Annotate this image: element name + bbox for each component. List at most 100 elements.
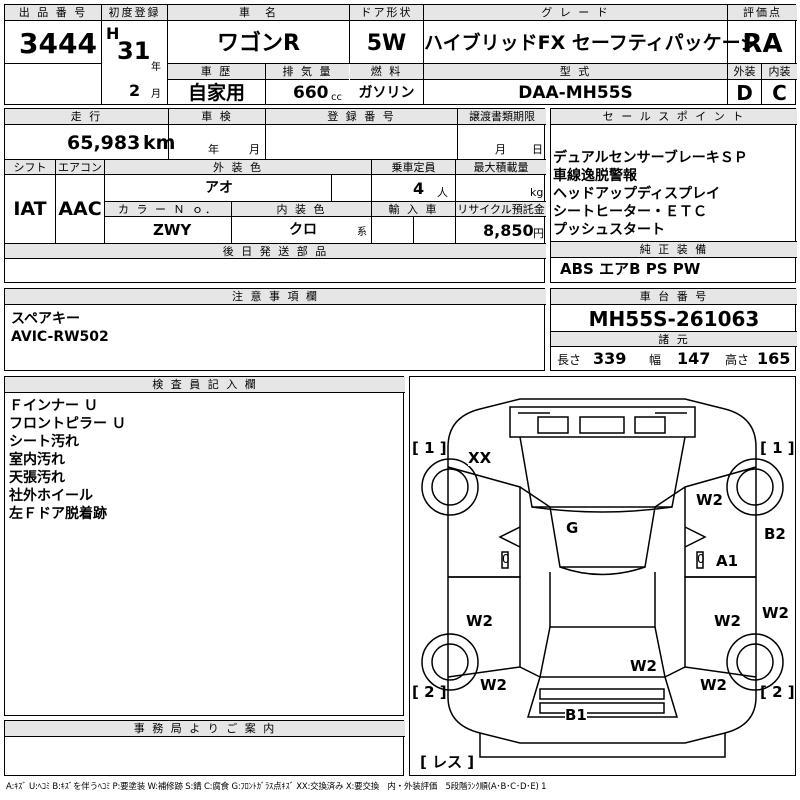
grade: ハイブリッドFX セーフティパッケージ: [424, 32, 760, 54]
aircon-label: エアコン: [56, 160, 104, 175]
inspector-line: フロントピラー Ｕ: [9, 416, 126, 432]
reg-year-unit: 年: [151, 62, 161, 73]
inspector-label: 検 査 員 記 入 欄: [5, 377, 405, 393]
reg-month-unit: 月: [151, 89, 161, 100]
mileage: 65,983: [67, 132, 141, 154]
note-line: AVIC-RW502: [11, 329, 109, 345]
door-label: ドア形状: [350, 5, 423, 21]
recycle-fee: 8,850: [483, 221, 534, 240]
width-label: 幅: [649, 353, 662, 367]
length: 339: [593, 349, 627, 368]
ext-color: アオ: [205, 180, 233, 196]
exterior-label: 外装: [728, 64, 761, 80]
capacity-unit: 人: [437, 186, 448, 199]
zero-left: 0: [502, 552, 510, 566]
int-color: クロ: [289, 222, 317, 238]
inspection-year-unit: 年: [208, 143, 219, 156]
inspector-line: 左Ｆドア脱着跡: [9, 506, 107, 522]
sales-point-item: 車線逸脱警報: [553, 168, 637, 184]
recycle-label: リサイクル預託金: [456, 202, 546, 217]
transfer-month-unit: 月: [495, 143, 506, 156]
displacement-unit: cc: [331, 92, 342, 103]
inspector-line: 天張汚れ: [9, 470, 65, 486]
mark-w2: W2: [700, 676, 727, 694]
car-name-label: 車 名: [168, 5, 349, 21]
inspector-block: 検 査 員 記 入 欄 Ｆインナー Ｕ フロントピラー Ｕ シート汚れ 室内汚れ…: [4, 376, 405, 716]
interior-grade: C: [772, 81, 787, 105]
model-code: DAA-MH55S: [518, 83, 633, 103]
sales-point-block: セ ー ル ス ポ イ ン ト デュアルセンサーブレーキＳＰ 車線逸脱警報 ヘッ…: [550, 108, 797, 283]
legend: A:ｷｽﾞ U:ﾍｺﾐ B:ｷｽﾞを伴うﾍｺﾐ P:要塗装 W:補修跡 S:錆 …: [6, 782, 547, 792]
notes-label: 注 意 事 項 欄: [5, 289, 546, 305]
registration-label: 登 録 番 号: [266, 109, 457, 125]
dims-label: 諸 元: [551, 332, 797, 347]
transfer-deadline-label: 譲渡書類期限: [458, 109, 546, 125]
fuel-label: 燃 料: [350, 64, 423, 80]
mark-w2: W2: [630, 657, 657, 675]
int-color-suffix: 系: [357, 227, 367, 238]
color-no: ZWY: [153, 221, 192, 239]
mark-w2: W2: [480, 676, 507, 694]
notes-block: 注 意 事 項 欄 スペアキー AVIC-RW502: [4, 288, 546, 371]
car-outline: [421, 398, 784, 758]
capacity-label: 乗車定員: [372, 160, 455, 175]
mileage-label: 走 行: [5, 109, 168, 125]
later-parts-label: 後 日 発 送 部 品: [5, 244, 546, 259]
mark-xx: XX: [468, 449, 492, 467]
mark-w2: W2: [466, 612, 493, 630]
max-load-label: 最大積載量: [456, 160, 546, 175]
fuel: ガソリン: [358, 85, 415, 101]
import-label: 輸 入 車: [372, 202, 455, 217]
notes-list: スペアキー AVIC-RW502: [11, 310, 109, 346]
lot-number-label: 出 品 番 号: [5, 5, 101, 21]
score-label: 評価点: [728, 5, 797, 21]
aircon: AAC: [58, 198, 102, 220]
recycle-unit: 円: [533, 227, 544, 240]
height-label: 高さ: [725, 353, 750, 367]
note-line: スペアキー: [11, 311, 81, 327]
mark-g: G: [566, 519, 579, 537]
reg-month: 2: [129, 81, 141, 100]
mark-b1: B1: [565, 706, 587, 724]
inspector-notes: Ｆインナー Ｕ フロントピラー Ｕ シート汚れ 室内汚れ 天張汚れ 社外ホイール…: [9, 397, 126, 523]
inspector-line: シート汚れ: [9, 434, 79, 450]
max-load-unit: kg: [530, 186, 544, 199]
int-color-label: 内 装 色: [232, 202, 371, 217]
shift: IAT: [13, 198, 47, 220]
sales-point-item: デュアルセンサーブレーキＳＰ: [553, 150, 748, 166]
lot-number: 3444: [19, 27, 97, 60]
sales-point-item: プッシュスタート: [553, 222, 665, 238]
chassis-number: MH55S-261063: [588, 307, 760, 331]
interior-label: 内装: [762, 64, 797, 80]
zero-right: 0: [697, 552, 705, 566]
width: 147: [677, 349, 711, 368]
car-name: ワゴンR: [217, 31, 300, 56]
color-no-label: カ ラ ー Ｎ ｏ．: [105, 202, 231, 217]
mark-w2: W2: [714, 612, 741, 630]
inspection-label: 車 検: [169, 109, 265, 125]
sales-point-item: シートヒーター・ＥＴＣ: [553, 204, 707, 220]
reg-year: 31: [117, 37, 151, 65]
sales-point-item: ヘッドアップディスプレイ: [553, 186, 721, 202]
top-info-block: 出 品 番 号 初度登録 車 名 ドア形状 グ レ ー ド 評価点 車 歴 排 …: [4, 4, 797, 105]
history: 自家用: [187, 82, 245, 104]
capacity: 4: [413, 179, 425, 198]
model-code-label: 型 式: [424, 64, 727, 80]
mark-w2: W2: [762, 604, 789, 622]
office-block: 事 務 局 よ り ご 案 内: [4, 720, 405, 776]
history-label: 車 歴: [168, 64, 265, 80]
ext-color-label: 外 装 色: [105, 160, 371, 175]
mark-a1: A1: [716, 552, 739, 570]
car-diagram: [ 1 ] [ 1 ] [ 2 ] [ 2 ] [ レス ] XX G W2 B…: [409, 376, 796, 776]
shift-label: シフト: [5, 160, 55, 175]
door-type: 5W: [366, 31, 407, 56]
sales-points-list: デュアルセンサーブレーキＳＰ 車線逸脱警報 ヘッドアップディスプレイ シートヒー…: [553, 149, 748, 239]
bracket-1-left: [ 1 ]: [412, 439, 447, 457]
inspector-line: 室内汚れ: [9, 452, 65, 468]
standard-equipment-label: 純 正 装 備: [551, 242, 797, 258]
first-reg-label: 初度登録: [102, 5, 167, 21]
chassis-label: 車 台 番 号: [551, 289, 797, 305]
grade-label: グ レ ー ド: [424, 5, 727, 21]
bracket-1-right: [ 1 ]: [760, 439, 795, 457]
displacement-label: 排 気 量: [266, 64, 349, 80]
